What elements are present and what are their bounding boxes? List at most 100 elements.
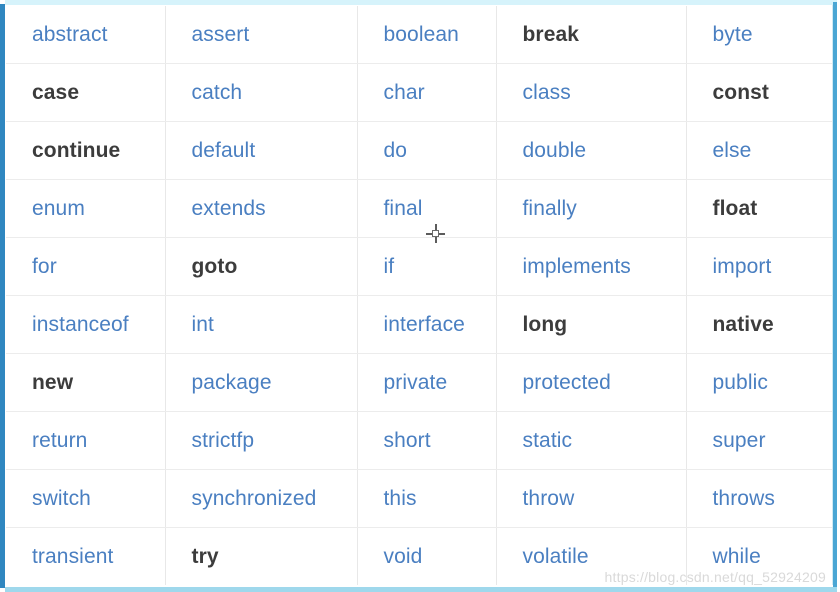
- page-left-border: [0, 4, 5, 588]
- keyword-float: float: [712, 196, 758, 220]
- keyword-cell: super: [686, 411, 832, 470]
- keyword-switch[interactable]: switch: [32, 487, 91, 510]
- keyword-cell: for: [6, 237, 166, 296]
- keyword-short[interactable]: short: [384, 429, 431, 452]
- keyword-enum[interactable]: enum: [32, 197, 85, 220]
- keyword-cell: byte: [686, 6, 832, 64]
- table-row: abstract assert boolean break byte: [6, 6, 832, 64]
- table-row: case catch char class const: [6, 63, 832, 122]
- keyword-do[interactable]: do: [384, 139, 408, 162]
- keyword-new: new: [32, 370, 74, 394]
- keyword-try: try: [191, 544, 219, 568]
- page-top-border: [5, 0, 837, 5]
- keyword-cell: static: [496, 411, 687, 470]
- page-bottom-border: [5, 587, 837, 592]
- keyword-cell: finally: [496, 179, 687, 238]
- java-keywords-table: abstract assert boolean break byte case catch c…: [6, 6, 832, 585]
- keyword-cell: switch: [6, 469, 166, 528]
- keyword-cell: throw: [496, 469, 687, 528]
- keyword-abstract[interactable]: abstract: [32, 23, 108, 46]
- keyword-extends[interactable]: extends: [192, 197, 266, 220]
- keyword-throw[interactable]: throw: [523, 487, 575, 510]
- page-right-border: [833, 2, 837, 588]
- table-row: return strictfp short static super: [6, 411, 832, 470]
- keyword-cell: do: [357, 121, 497, 180]
- keyword-continue: continue: [32, 138, 121, 162]
- keyword-double[interactable]: double: [523, 139, 587, 162]
- keyword-interface[interactable]: interface: [384, 313, 465, 336]
- keyword-native: native: [712, 312, 774, 336]
- keyword-cell: goto: [165, 237, 358, 296]
- keyword-cell: break: [496, 6, 687, 64]
- keyword-strictfp[interactable]: strictfp: [192, 429, 255, 452]
- keyword-if[interactable]: if: [384, 255, 395, 278]
- keyword-public[interactable]: public: [713, 371, 768, 394]
- keyword-implements[interactable]: implements: [523, 255, 631, 278]
- keyword-cell: short: [357, 411, 497, 470]
- watermark-text: https://blog.csdn.net/qq_52924209: [604, 569, 826, 585]
- keyword-cell: new: [6, 353, 166, 412]
- keyword-synchronized[interactable]: synchronized: [192, 487, 317, 510]
- keyword-cell: extends: [165, 179, 358, 238]
- table-row: enum extends final finally float: [6, 179, 832, 238]
- keyword-default[interactable]: default: [192, 139, 256, 162]
- keyword-cell: char: [357, 63, 497, 122]
- keyword-cell: case: [6, 63, 166, 122]
- keyword-final[interactable]: final: [384, 197, 423, 220]
- keyword-instanceof[interactable]: instanceof: [32, 313, 129, 336]
- keyword-cell: strictfp: [165, 411, 358, 470]
- keyword-cell: package: [165, 353, 358, 412]
- keyword-assert[interactable]: assert: [192, 23, 250, 46]
- keyword-cell: continue: [6, 121, 166, 180]
- keyword-while[interactable]: while: [713, 545, 761, 568]
- keyword-cell: int: [165, 295, 358, 354]
- table-row: continue default do double else: [6, 121, 832, 180]
- keyword-super[interactable]: super: [713, 429, 766, 452]
- keyword-cell: synchronized: [165, 469, 358, 528]
- keyword-cell: class: [496, 63, 687, 122]
- keyword-volatile[interactable]: volatile: [523, 545, 589, 568]
- keyword-cell: long: [496, 295, 687, 354]
- keyword-else[interactable]: else: [713, 139, 752, 162]
- keyword-byte[interactable]: byte: [713, 23, 753, 46]
- keyword-long: long: [522, 312, 568, 336]
- keyword-void[interactable]: void: [384, 545, 423, 568]
- keyword-return[interactable]: return: [32, 429, 87, 452]
- keyword-boolean[interactable]: boolean: [384, 23, 459, 46]
- keyword-cell: void: [357, 527, 497, 585]
- keyword-cell: try: [165, 527, 358, 585]
- keyword-cell: double: [496, 121, 687, 180]
- keyword-catch[interactable]: catch: [192, 81, 243, 104]
- keyword-for[interactable]: for: [32, 255, 57, 278]
- keyword-cell: protected: [496, 353, 687, 412]
- keyword-cell: instanceof: [6, 295, 166, 354]
- keyword-case: case: [32, 80, 80, 104]
- keyword-const: const: [712, 80, 770, 104]
- keyword-this[interactable]: this: [384, 487, 417, 510]
- keyword-cell: const: [686, 63, 832, 122]
- keyword-private[interactable]: private: [384, 371, 448, 394]
- keyword-int[interactable]: int: [192, 313, 214, 336]
- keyword-static[interactable]: static: [523, 429, 573, 452]
- keyword-cell: native: [686, 295, 832, 354]
- keyword-throws[interactable]: throws: [713, 487, 775, 510]
- keyword-cell: interface: [357, 295, 497, 354]
- keyword-protected[interactable]: protected: [523, 371, 611, 394]
- keyword-cell: return: [6, 411, 166, 470]
- keyword-cell: transient: [6, 527, 166, 585]
- table-row: instanceof int interface long native: [6, 295, 832, 354]
- keyword-cell: abstract: [6, 6, 166, 64]
- keyword-transient[interactable]: transient: [32, 545, 113, 568]
- keyword-cell: private: [357, 353, 497, 412]
- keyword-import[interactable]: import: [713, 255, 772, 278]
- keyword-cell: implements: [496, 237, 687, 296]
- page-root: abstract assert boolean break byte case catch c…: [0, 0, 840, 592]
- keyword-class[interactable]: class: [523, 81, 571, 104]
- keyword-package[interactable]: package: [192, 371, 272, 394]
- page-right-inner-line: [832, 5, 833, 585]
- keyword-finally[interactable]: finally: [523, 197, 577, 220]
- keyword-cell: public: [686, 353, 832, 412]
- keyword-break: break: [522, 22, 580, 46]
- keyword-char[interactable]: char: [384, 81, 425, 104]
- keyword-cell: assert: [165, 6, 358, 64]
